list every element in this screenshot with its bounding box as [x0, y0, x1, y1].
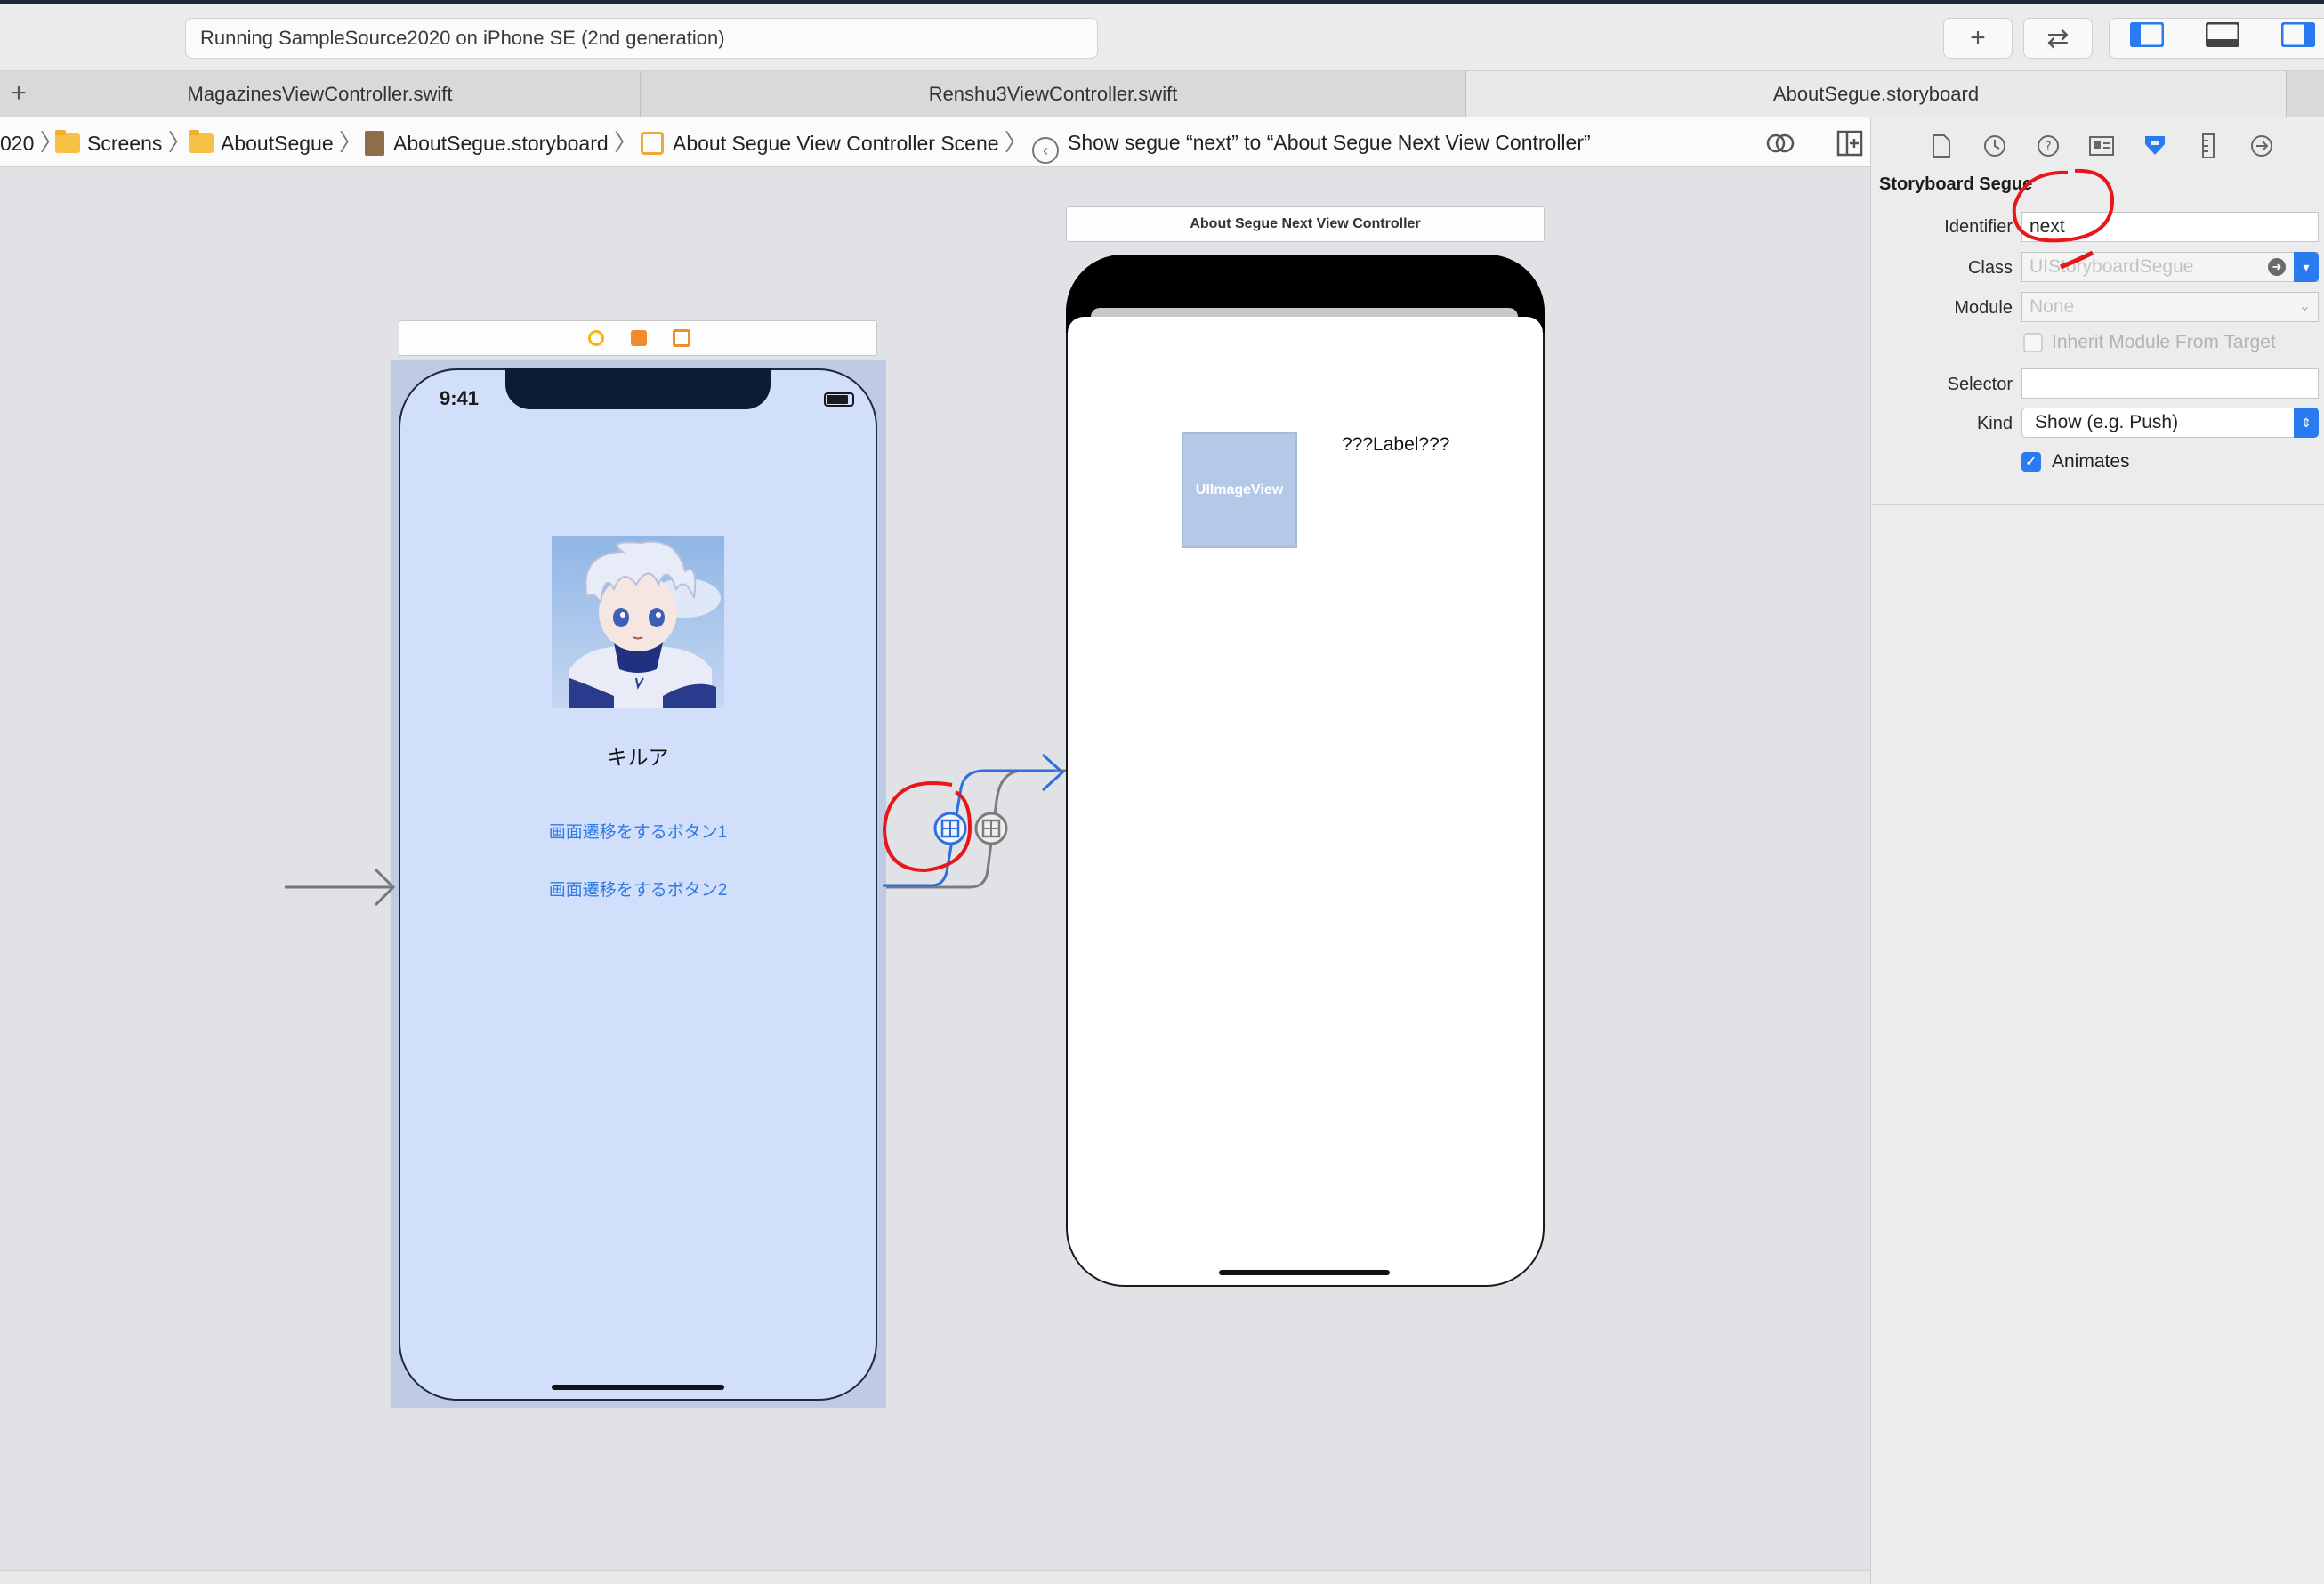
- inspector-divider: [1872, 504, 2324, 505]
- character-image[interactable]: [552, 536, 724, 708]
- inspector-toggle-icon[interactable]: [2280, 21, 2316, 54]
- selector-label: Selector: [1947, 375, 2013, 394]
- identity-inspector-icon[interactable]: [2087, 132, 2116, 160]
- home-indicator: [552, 1385, 724, 1390]
- red-annotation-scribble: [2012, 168, 2115, 270]
- storyboard-file-icon: [365, 131, 384, 156]
- chevron-right-icon: 〉: [1004, 129, 1028, 156]
- tab-renshu3-view-controller[interactable]: Renshu3ViewController.swift: [641, 71, 1466, 117]
- initial-view-controller-arrow: [285, 868, 396, 907]
- jump-bar: 020 〉 Screens 〉 AboutSegue 〉 AboutSegue.…: [0, 117, 1870, 167]
- kind-stepper-icon: ⇕: [2294, 408, 2319, 438]
- file-inspector-icon[interactable]: [1927, 132, 1956, 160]
- selector-field[interactable]: [2021, 368, 2319, 399]
- attributes-inspector-icon[interactable]: [2141, 132, 2169, 160]
- tab-magazines-view-controller[interactable]: MagazinesViewController.swift: [0, 71, 641, 117]
- animates-checkbox[interactable]: ✓: [2021, 452, 2041, 472]
- about-segue-next-view-controller[interactable]: [1066, 255, 1545, 1287]
- panel-toggle-group: [2109, 18, 2324, 59]
- inherit-module-checkbox: [2023, 333, 2043, 352]
- jumpbar-group-screens[interactable]: Screens 〉: [55, 117, 191, 167]
- ui-image-view[interactable]: UIImageView: [1182, 432, 1297, 548]
- scene-icon: [641, 132, 664, 155]
- segue-icon: ‹: [1032, 137, 1059, 164]
- code-review-button[interactable]: ⇄: [2023, 18, 2093, 59]
- jumpbar-group-aboutsegue[interactable]: AboutSegue 〉: [189, 117, 362, 167]
- folder-icon: [55, 130, 80, 153]
- scene-title-next[interactable]: About Segue Next View Controller: [1066, 206, 1545, 242]
- history-inspector-icon[interactable]: [1981, 132, 2009, 160]
- segue-node-next-icon[interactable]: [933, 812, 967, 845]
- view-controller-icon[interactable]: [588, 330, 604, 346]
- segue-arrowhead: [1041, 753, 1065, 792]
- size-inspector-icon[interactable]: [2194, 132, 2223, 160]
- tab-about-segue-storyboard[interactable]: AboutSegue.storyboard: [1466, 71, 2287, 117]
- jumpbar-scene[interactable]: About Segue View Controller Scene 〉: [641, 117, 1028, 167]
- device-notch: [505, 368, 771, 409]
- home-indicator: [1219, 1270, 1390, 1275]
- chevron-right-icon: 〉: [614, 129, 638, 156]
- activity-viewer: Running SampleSource2020 on iPhone SE (2…: [185, 18, 1098, 59]
- related-items-icon[interactable]: [1766, 133, 1795, 153]
- jumpbar-right-controls: [1762, 129, 1868, 158]
- folder-icon: [189, 130, 214, 153]
- editor-tab-bar: MagazinesViewController.swift Renshu3Vie…: [0, 71, 2324, 117]
- scene-dock[interactable]: [399, 320, 877, 356]
- debug-area-toggle-icon[interactable]: [2205, 21, 2240, 54]
- quick-help-icon[interactable]: ?: [2034, 132, 2062, 160]
- segue-node-icon[interactable]: [974, 812, 1008, 845]
- plus-icon: +: [1970, 23, 1986, 53]
- jumpbar-file[interactable]: AboutSegue.storyboard 〉: [365, 117, 637, 167]
- kind-popup[interactable]: Show (e.g. Push) ⇕: [2021, 408, 2319, 438]
- status-time: 9:41: [440, 387, 480, 409]
- class-dropdown-button[interactable]: ▾: [2294, 252, 2319, 282]
- connections-inspector-icon[interactable]: [2247, 132, 2276, 160]
- kind-label: Kind: [1976, 414, 2013, 433]
- chevron-down-icon: ⌄: [2298, 299, 2311, 314]
- add-editor-icon[interactable]: [1836, 130, 1863, 157]
- go-to-class-icon[interactable]: ➜: [2268, 258, 2286, 276]
- segue-connections: [285, 753, 1068, 907]
- first-responder-icon[interactable]: [631, 330, 647, 346]
- jumpbar-project[interactable]: 020 〉: [0, 117, 63, 167]
- battery-icon: [824, 392, 854, 407]
- navigator-toggle-icon[interactable]: [2129, 21, 2165, 54]
- chevron-right-icon: 〉: [167, 129, 191, 156]
- jumpbar-segue[interactable]: ‹ Show segue “next” to “About Segue Next …: [1032, 117, 1591, 167]
- canvas-bottom-bar: [0, 1570, 1870, 1584]
- sheet-surface: [1068, 317, 1543, 352]
- kind-value: Show (e.g. Push): [2035, 412, 2179, 432]
- svg-text:?: ?: [2045, 140, 2051, 154]
- exit-icon[interactable]: [673, 329, 690, 347]
- inherit-module-label: Inherit Module From Target: [2052, 332, 2276, 352]
- animates-label: Animates: [2052, 451, 2130, 472]
- chevron-right-icon: 〉: [339, 129, 363, 156]
- placeholder-label[interactable]: ???Label???: [1342, 434, 1449, 456]
- swap-arrows-icon: ⇄: [2046, 23, 2070, 53]
- library-button[interactable]: +: [1943, 18, 2013, 59]
